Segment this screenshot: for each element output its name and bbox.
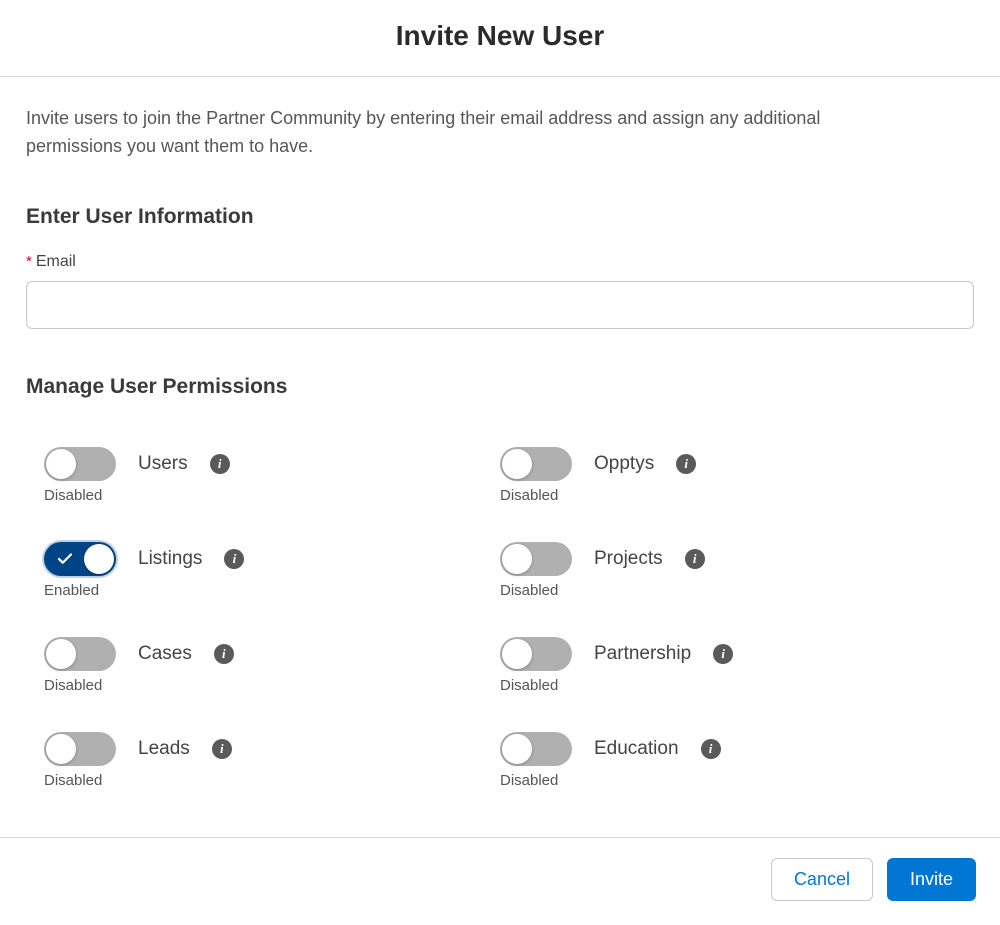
- info-icon[interactable]: i: [701, 739, 721, 759]
- permission-label: Education: [594, 738, 679, 760]
- permission-toggle[interactable]: [44, 447, 116, 481]
- permission-label: Opptys: [594, 453, 654, 475]
- info-icon[interactable]: i: [214, 644, 234, 664]
- permission-status: Disabled: [44, 772, 500, 789]
- permission-toggle[interactable]: [44, 732, 116, 766]
- permission-label: Listings: [138, 548, 202, 570]
- permission-row: Projects i: [500, 542, 956, 576]
- email-field[interactable]: [26, 281, 974, 329]
- permission-status: Disabled: [500, 772, 956, 789]
- permission-item: Opptys i Disabled: [500, 447, 956, 504]
- intro-text: Invite users to join the Partner Communi…: [26, 105, 896, 161]
- page-title: Invite New User: [0, 20, 1000, 52]
- toggle-knob: [502, 544, 532, 574]
- permission-toggle[interactable]: [500, 447, 572, 481]
- info-icon[interactable]: i: [224, 549, 244, 569]
- toggle-knob: [502, 639, 532, 669]
- permission-row: Leads i: [44, 732, 500, 766]
- permission-toggle[interactable]: [44, 637, 116, 671]
- info-icon[interactable]: i: [676, 454, 696, 474]
- cancel-button[interactable]: Cancel: [771, 858, 873, 901]
- permission-status: Disabled: [44, 677, 500, 694]
- permission-row: Education i: [500, 732, 956, 766]
- info-icon[interactable]: i: [212, 739, 232, 759]
- permission-row: Cases i: [44, 637, 500, 671]
- permissions-section-title: Manage User Permissions: [26, 375, 974, 399]
- permission-toggle[interactable]: [500, 637, 572, 671]
- permission-row: Listings i: [44, 542, 500, 576]
- permission-status: Disabled: [500, 487, 956, 504]
- permission-item: Education i Disabled: [500, 732, 956, 789]
- dialog-content: Invite users to join the Partner Communi…: [0, 77, 1000, 821]
- permission-status: Disabled: [44, 487, 500, 504]
- toggle-knob: [46, 449, 76, 479]
- permission-toggle[interactable]: [500, 732, 572, 766]
- info-icon[interactable]: i: [210, 454, 230, 474]
- toggle-knob: [46, 734, 76, 764]
- permission-item: Leads i Disabled: [44, 732, 500, 789]
- toggle-knob: [84, 544, 114, 574]
- permission-item: Partnership i Disabled: [500, 637, 956, 694]
- email-label: Email: [36, 253, 76, 271]
- permission-item: Cases i Disabled: [44, 637, 500, 694]
- permission-label: Cases: [138, 643, 192, 665]
- permission-item: Users i Disabled: [44, 447, 500, 504]
- info-icon[interactable]: i: [685, 549, 705, 569]
- permission-label: Leads: [138, 738, 190, 760]
- permission-toggle[interactable]: [44, 542, 116, 576]
- permission-item: Projects i Disabled: [500, 542, 956, 599]
- toggle-knob: [46, 639, 76, 669]
- required-star-icon: *: [26, 253, 32, 270]
- user-info-section-title: Enter User Information: [26, 205, 974, 229]
- permission-label: Partnership: [594, 643, 691, 665]
- permission-toggle[interactable]: [500, 542, 572, 576]
- permission-row: Opptys i: [500, 447, 956, 481]
- permission-label: Users: [138, 453, 188, 475]
- permission-row: Partnership i: [500, 637, 956, 671]
- dialog-footer: Cancel Invite: [0, 837, 1000, 921]
- invite-button[interactable]: Invite: [887, 858, 976, 901]
- toggle-knob: [502, 449, 532, 479]
- permission-label: Projects: [594, 548, 663, 570]
- permission-status: Enabled: [44, 582, 500, 599]
- permission-item: Listings i Enabled: [44, 542, 500, 599]
- toggle-knob: [502, 734, 532, 764]
- permission-status: Disabled: [500, 677, 956, 694]
- permission-row: Users i: [44, 447, 500, 481]
- email-label-row: * Email: [26, 253, 974, 271]
- info-icon[interactable]: i: [713, 644, 733, 664]
- dialog-header: Invite New User: [0, 0, 1000, 76]
- permissions-grid: Users i Disabled Opptys i Disabled Listings i En…: [26, 423, 974, 797]
- permission-status: Disabled: [500, 582, 956, 599]
